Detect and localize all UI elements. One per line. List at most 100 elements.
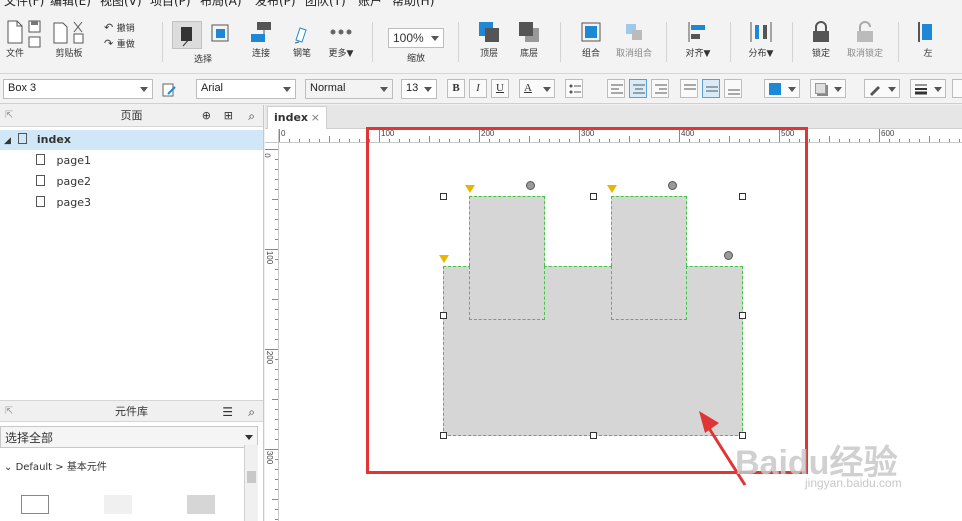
ruler-tick	[275, 219, 278, 220]
menu-layout[interactable]: 布局(A)	[200, 0, 242, 8]
menu-view[interactable]: 视图(V)	[100, 0, 142, 8]
search-icon[interactable]: ⌕	[248, 401, 255, 423]
page-item-page1[interactable]: page1	[36, 151, 91, 171]
placeholder-widget-thumb[interactable]	[104, 495, 132, 514]
menu-icon[interactable]: ☰	[222, 401, 233, 423]
page-icon	[36, 196, 45, 207]
unlock-label: 取消锁定	[846, 49, 883, 59]
save-icon[interactable]	[28, 20, 42, 50]
more-button[interactable]: 更多▼	[326, 20, 356, 59]
add-folder-icon[interactable]: ⊞	[224, 105, 233, 127]
pencil-icon	[870, 86, 880, 96]
distribute-button[interactable]: 分布▼	[746, 20, 776, 59]
widget-name-select[interactable]: Box 3	[3, 79, 153, 99]
select-mode-icon[interactable]	[172, 21, 202, 49]
clipboard-icon	[53, 21, 84, 44]
pen-button[interactable]: 钢笔	[290, 20, 314, 59]
menu-account[interactable]: 账户	[358, 0, 382, 8]
align-text-left-icon[interactable]	[607, 79, 625, 98]
page-item-page2[interactable]: page2	[36, 172, 91, 192]
add-page-icon[interactable]: ⊕	[202, 105, 211, 127]
library-panel-header: ⇱ 元件库 ☰ ⌕	[0, 400, 263, 422]
clipboard-button[interactable]: 剪贴板	[52, 20, 86, 59]
align-label: 对齐▼	[685, 49, 711, 59]
valign-top-icon[interactable]	[680, 79, 698, 98]
font-color-label: A	[524, 82, 532, 94]
font-family-select[interactable]: Arial	[196, 79, 296, 99]
menu-file[interactable]: 文件(F)	[4, 0, 44, 8]
ruler-tick	[275, 239, 278, 240]
collapse-icon[interactable]: ⇱	[5, 401, 13, 423]
box-widget-thumb[interactable]	[21, 495, 49, 514]
page-item-page3[interactable]: page3	[36, 193, 91, 213]
italic-button[interactable]: I	[469, 79, 487, 98]
edit-style-icon[interactable]	[161, 82, 177, 98]
scrollbar-thumb[interactable]	[247, 471, 256, 483]
align-text-center-icon[interactable]	[629, 79, 647, 98]
ruler-tick	[329, 136, 330, 142]
font-color-button[interactable]: A	[519, 79, 555, 98]
menu-team[interactable]: 团队(T)	[305, 0, 346, 8]
ruler-tick	[339, 139, 340, 142]
tab-index[interactable]: index ×	[267, 106, 327, 129]
library-filter-select[interactable]: 选择全部	[0, 426, 258, 448]
font-size-select[interactable]: 13	[401, 79, 437, 99]
expand-icon[interactable]: ◢	[4, 136, 14, 146]
library-path[interactable]: ⌄ Default > 基本元件	[4, 458, 107, 473]
connect-button[interactable]: 连接	[249, 20, 273, 59]
file-button[interactable]: 文件	[4, 20, 26, 59]
menu-edit[interactable]: 编辑(E)	[50, 0, 91, 8]
fill-color-swatch	[769, 83, 781, 95]
line-color-button[interactable]	[864, 79, 900, 98]
search-icon[interactable]: ⌕	[248, 105, 255, 127]
image-widget-thumb[interactable]	[187, 495, 215, 514]
vertical-ruler[interactable]: 0 100 200 300	[265, 143, 279, 521]
bring-to-top-button[interactable]: 顶层	[476, 20, 502, 59]
align-button[interactable]: 对齐▼	[684, 20, 712, 59]
unlock-button[interactable]: 取消锁定	[845, 20, 885, 59]
page-icon	[36, 154, 45, 165]
collapse-icon[interactable]: ⇱	[5, 105, 13, 127]
ruler-tick	[275, 439, 278, 440]
chevron-down-icon	[424, 87, 432, 92]
menu-project[interactable]: 项目(P)	[150, 0, 191, 8]
select-label: 选择	[194, 55, 213, 65]
shadow-button[interactable]	[810, 79, 846, 98]
ruler-tick	[359, 139, 360, 142]
select-intersect-icon[interactable]	[210, 23, 232, 45]
ruler-label: 0	[265, 153, 272, 157]
bullet-list-icon[interactable]	[565, 79, 583, 98]
close-icon[interactable]: ×	[311, 107, 320, 129]
valign-middle-icon[interactable]	[702, 79, 720, 98]
ungroup-button[interactable]: 取消组合	[614, 20, 654, 59]
ruler-tick	[275, 389, 278, 390]
zoom-select[interactable]: 100%	[388, 28, 444, 48]
underline-button[interactable]: U	[491, 79, 509, 98]
main-toolbar: 文件 剪贴板 ↶ 撤销 ↷ 重做 选择 连接 钢笔 更多▼ 100% 缩放 顶层…	[0, 8, 962, 74]
menu-help[interactable]: 帮助(H)	[392, 0, 434, 8]
line-width-button[interactable]	[910, 79, 946, 98]
group-button[interactable]: 组合	[578, 20, 604, 59]
chevron-down-icon	[245, 435, 253, 440]
ruler-tick	[275, 209, 278, 210]
overflow-button[interactable]	[952, 79, 962, 98]
menu-publish[interactable]: 发布(P)	[255, 0, 296, 8]
ruler-tick	[275, 469, 278, 470]
redo-button[interactable]: ↷ 重做	[104, 37, 135, 50]
valign-bottom-icon[interactable]	[724, 79, 742, 98]
library-path-label: Default > 基本元件	[15, 462, 107, 473]
left-button[interactable]: 左	[916, 20, 940, 59]
chevron-down-icon	[788, 87, 796, 92]
send-to-bottom-button[interactable]: 底层	[516, 20, 542, 59]
lock-button[interactable]: 锁定	[808, 20, 834, 59]
align-text-right-icon[interactable]	[651, 79, 669, 98]
ruler-tick	[859, 139, 860, 142]
fill-color-button[interactable]	[764, 79, 800, 98]
page-item-index[interactable]: ◢ index	[0, 130, 263, 150]
library-scrollbar[interactable]	[244, 445, 258, 521]
bold-button[interactable]: B	[447, 79, 465, 98]
unlock-icon	[857, 21, 873, 42]
undo-button[interactable]: ↶ 撤销	[104, 21, 135, 34]
font-style-select[interactable]: Normal	[305, 79, 393, 99]
shadow-swatch	[815, 83, 826, 94]
